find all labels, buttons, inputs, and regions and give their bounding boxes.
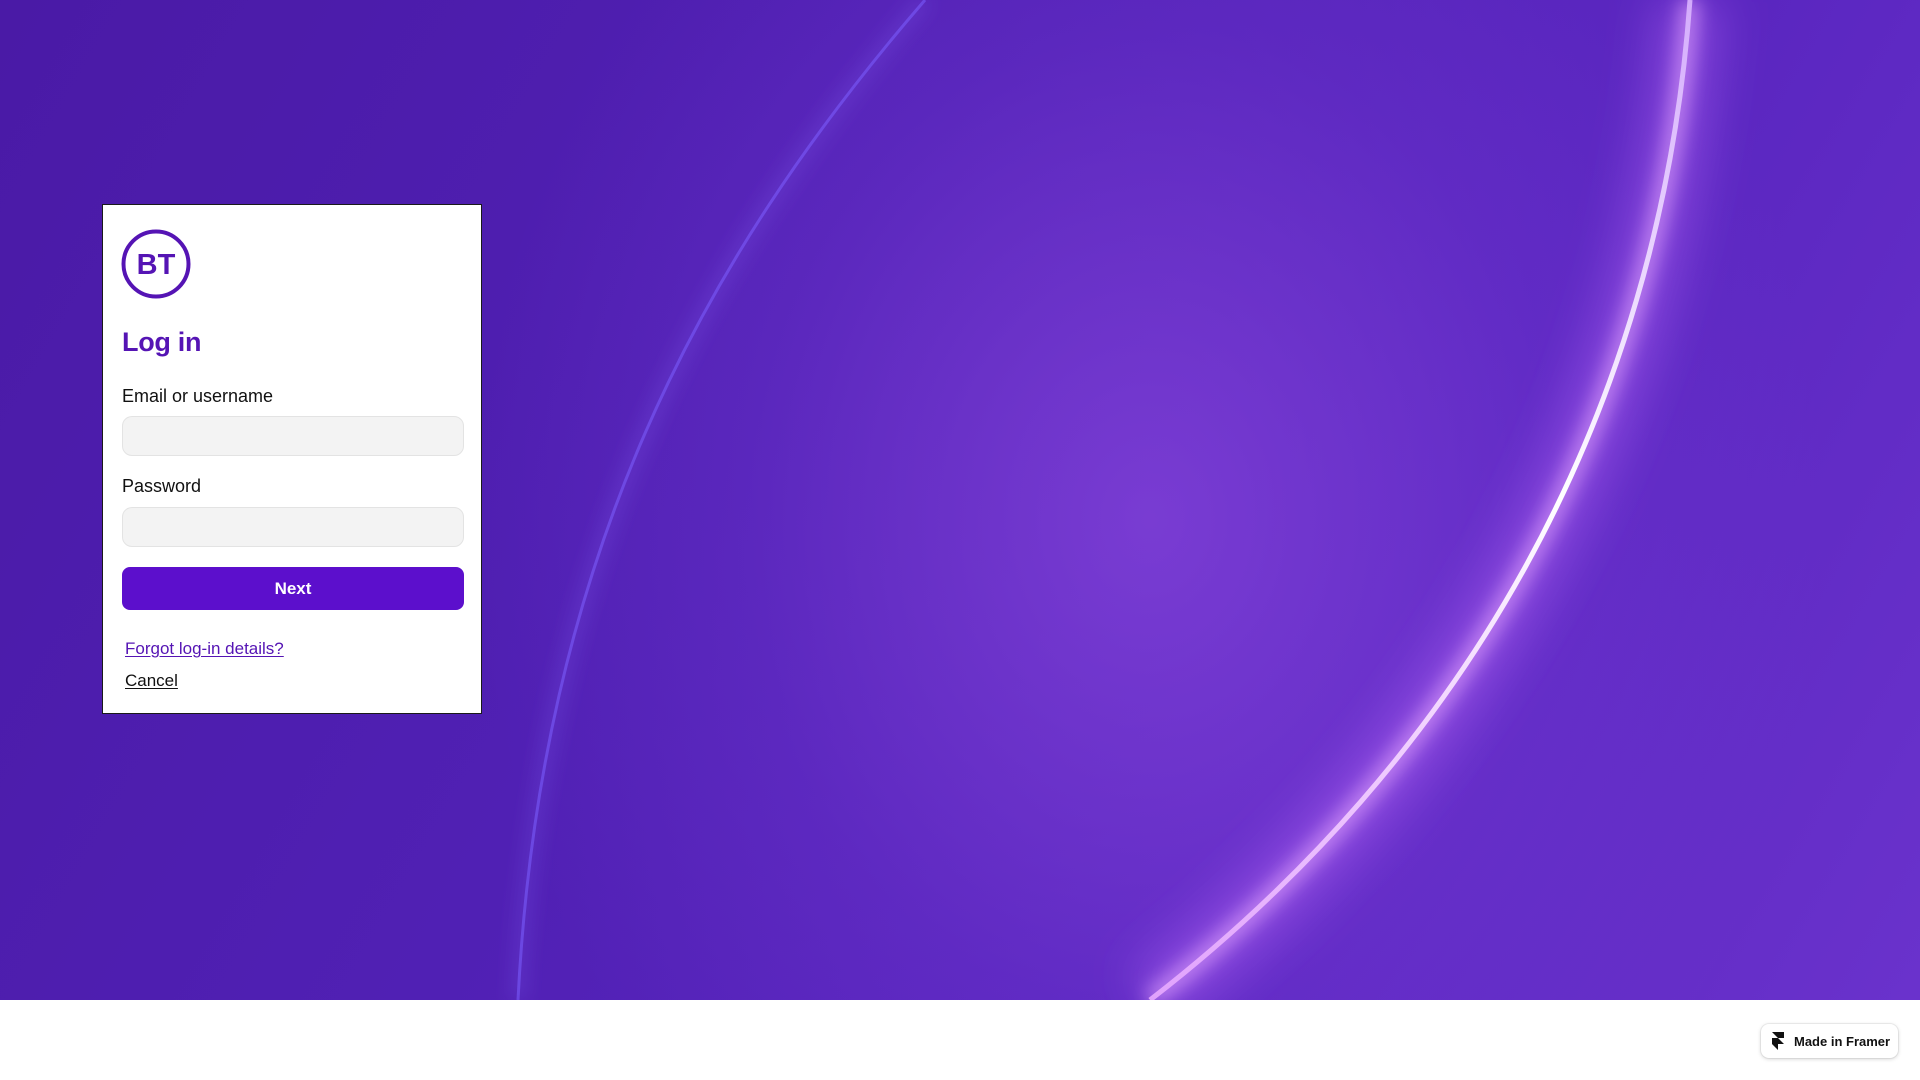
framer-logo-icon [1772,1032,1784,1050]
login-card: BT Log in Email or username Password Nex… [102,204,482,714]
email-label: Email or username [122,386,274,406]
page-title: Log in [122,327,202,357]
page-footer-area [0,1000,1920,1080]
bt-logo-text: BT [137,249,176,281]
made-in-framer-badge[interactable]: Made in Framer [1761,1024,1898,1058]
password-label: Password [122,476,202,496]
made-in-framer-label: Made in Framer [1794,1033,1891,1049]
email-input[interactable] [122,416,464,456]
next-button[interactable]: Next [122,567,464,610]
password-input[interactable] [122,507,464,547]
forgot-login-link[interactable]: Forgot log-in details? [125,639,284,659]
bt-logo: BT [121,229,191,299]
cancel-link[interactable]: Cancel [125,671,178,691]
